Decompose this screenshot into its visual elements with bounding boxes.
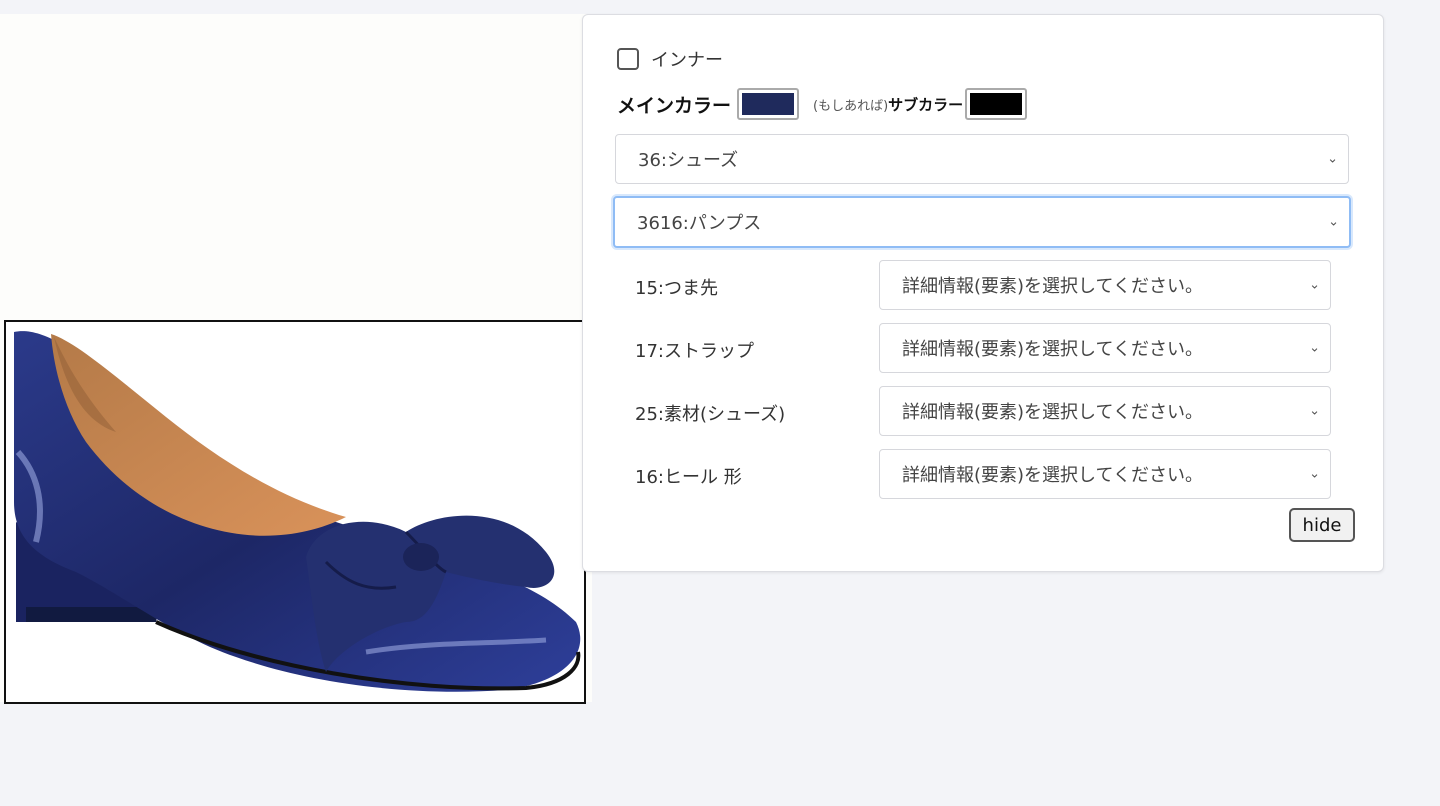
main-color-swatch: [742, 93, 795, 115]
sub-color-picker[interactable]: [965, 88, 1028, 120]
attribute-select-value: 詳細情報(要素)を選択してください。: [902, 276, 1203, 297]
attribute-label-strap: 17:ストラップ: [635, 341, 754, 362]
sub-color-label: サブカラー: [888, 95, 964, 114]
product-image: [4, 320, 586, 704]
color-row: メインカラー (もしあれば) サブカラー: [617, 88, 1028, 120]
attribute-select-strap[interactable]: 詳細情報(要素)を選択してください。 ⌄: [879, 323, 1331, 373]
sub-color-note: (もしあれば): [813, 98, 889, 114]
subcategory-select[interactable]: 3616:パンプス ⌄: [613, 196, 1351, 248]
attribute-select-material[interactable]: 詳細情報(要素)を選択してください。 ⌄: [879, 386, 1331, 436]
category-select-value: 36:シューズ: [638, 150, 739, 171]
product-image-area: [0, 14, 592, 704]
attribute-select-toe[interactable]: 詳細情報(要素)を選択してください。 ⌄: [879, 260, 1331, 310]
inner-label: インナー: [651, 50, 723, 71]
attribute-select-value: 詳細情報(要素)を選択してください。: [902, 402, 1203, 423]
chevron-down-icon: ⌄: [1328, 214, 1339, 230]
main-color-label: メインカラー: [617, 94, 732, 117]
chevron-down-icon: ⌄: [1309, 466, 1320, 482]
chevron-down-icon: ⌄: [1309, 340, 1320, 356]
main-color-picker[interactable]: [737, 88, 800, 120]
inner-option: インナー: [617, 46, 723, 72]
chevron-down-icon: ⌄: [1309, 403, 1320, 419]
shoe-illustration: [6, 322, 584, 702]
chevron-down-icon: ⌄: [1327, 151, 1338, 167]
chevron-down-icon: ⌄: [1309, 277, 1320, 293]
inner-checkbox[interactable]: [617, 48, 639, 70]
attribute-panel: インナー メインカラー (もしあれば) サブカラー 36:シューズ ⌄ 3616…: [582, 14, 1384, 572]
attribute-label-heel: 16:ヒール 形: [635, 467, 742, 488]
sub-color-swatch: [970, 93, 1023, 115]
attribute-label-material: 25:素材(シューズ): [635, 404, 786, 425]
hide-button[interactable]: hide: [1289, 508, 1355, 542]
attribute-select-heel[interactable]: 詳細情報(要素)を選択してください。 ⌄: [879, 449, 1331, 499]
subcategory-select-value: 3616:パンプス: [637, 213, 762, 234]
attribute-select-value: 詳細情報(要素)を選択してください。: [902, 465, 1203, 486]
attribute-label-toe: 15:つま先: [635, 278, 718, 299]
attribute-select-value: 詳細情報(要素)を選択してください。: [902, 339, 1203, 360]
category-select[interactable]: 36:シューズ ⌄: [615, 134, 1349, 184]
